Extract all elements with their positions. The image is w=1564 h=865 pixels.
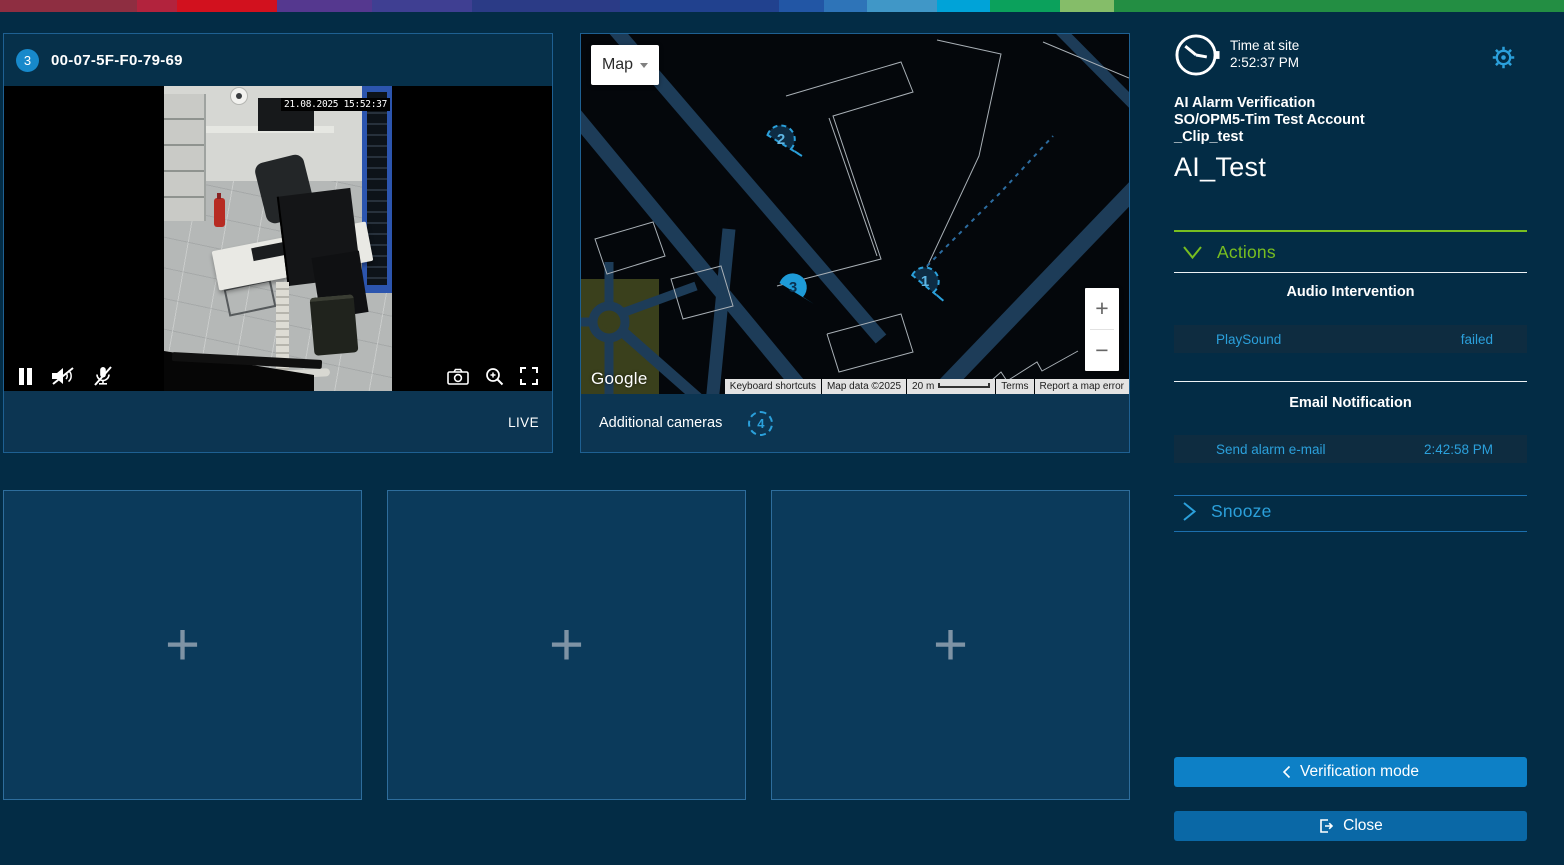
chevron-right-icon	[1182, 501, 1197, 522]
plus-icon: +	[933, 615, 968, 675]
snapshot-camera-icon[interactable]	[447, 368, 469, 385]
report-map-error-link[interactable]: Report a map error	[1035, 379, 1129, 394]
map-scale-label: 20 m	[912, 379, 934, 394]
camera-video-frame: 21.08.2025 15:52:37	[164, 86, 392, 391]
google-map[interactable]: 2 3 1 Map + − Google	[581, 34, 1129, 394]
add-camera-tile-2[interactable]: +	[387, 490, 746, 800]
map-zoom-out-button[interactable]: −	[1085, 330, 1119, 371]
exit-icon	[1318, 818, 1334, 834]
action-name: Send alarm e-mail	[1216, 442, 1326, 457]
map-marker-label: 3	[789, 279, 797, 296]
map-type-label: Map	[602, 56, 633, 74]
map-marker-label: 1	[921, 273, 929, 290]
google-logo: Google	[591, 369, 648, 389]
divider	[1174, 381, 1527, 382]
scale-bar	[938, 383, 990, 388]
chevron-left-icon	[1282, 765, 1291, 779]
chevron-down-icon	[1182, 245, 1203, 260]
snooze-section-header[interactable]: Snooze	[1182, 501, 1272, 522]
camera-panel: 3 00-07-5F-F0-79-69 21.08.2025 15:52:37	[3, 33, 553, 453]
divider	[1174, 272, 1527, 273]
map-canvas: 2 3 1	[581, 34, 1129, 394]
verification-mode-button[interactable]: Verification mode	[1174, 757, 1527, 787]
map-scale: 20 m	[907, 379, 995, 394]
action-name: PlaySound	[1216, 332, 1281, 347]
plus-icon: +	[549, 615, 584, 675]
alarm-type: AI Alarm Verification	[1174, 95, 1365, 112]
fullscreen-icon[interactable]	[520, 367, 538, 385]
keyboard-shortcuts-button[interactable]: Keyboard shortcuts	[725, 379, 821, 394]
map-zoom-control: + −	[1085, 288, 1119, 371]
time-at-site-row: Time at site 2:52:37 PM	[1174, 32, 1527, 78]
camera-title: 00-07-5F-F0-79-69	[51, 52, 183, 69]
additional-cameras-badge[interactable]: 4	[748, 411, 773, 436]
audio-action-row: PlaySound failed	[1174, 325, 1527, 353]
map-type-button[interactable]: Map	[591, 45, 659, 85]
map-data-label: Map data ©2025	[822, 379, 906, 394]
alarm-verification-window: 3 00-07-5F-F0-79-69 21.08.2025 15:52:37	[0, 0, 1564, 865]
verification-mode-label: Verification mode	[1300, 763, 1419, 781]
camera-header: 3 00-07-5F-F0-79-69	[4, 34, 552, 86]
alarm-sidebar: Time at site 2:52:37 PM AI Alarm Verific…	[1174, 32, 1527, 852]
email-notification-title: Email Notification	[1174, 395, 1527, 411]
snooze-header-label: Snooze	[1211, 501, 1272, 522]
close-label: Close	[1343, 817, 1383, 835]
brand-color-strip	[0, 0, 1564, 12]
action-result: failed	[1461, 332, 1493, 347]
add-camera-tile-3[interactable]: +	[771, 490, 1130, 800]
camera-video[interactable]: 21.08.2025 15:52:37	[4, 86, 552, 391]
action-result: 2:42:58 PM	[1424, 442, 1493, 457]
camera-controls-bar	[4, 361, 552, 391]
time-at-site-label: Time at site	[1230, 38, 1299, 53]
speaker-muted-icon[interactable]	[51, 367, 75, 385]
add-camera-tile-1[interactable]: +	[3, 490, 362, 800]
time-at-site-value: 2:52:37 PM	[1230, 55, 1299, 70]
microphone-muted-icon[interactable]	[93, 366, 113, 386]
live-status-label: LIVE	[508, 415, 539, 430]
divider	[1174, 495, 1527, 496]
map-panel: 2 3 1 Map + − Google	[580, 33, 1130, 453]
video-timestamp-overlay: 21.08.2025 15:52:37	[281, 98, 390, 111]
actions-section-header[interactable]: Actions	[1182, 242, 1276, 263]
map-footer: Additional cameras 4	[581, 394, 1129, 452]
gear-icon[interactable]	[1492, 46, 1515, 69]
camera-footer: LIVE	[4, 391, 552, 452]
divider	[1174, 531, 1527, 532]
actions-header-label: Actions	[1217, 242, 1276, 263]
zoom-in-icon[interactable]	[485, 367, 504, 386]
alarm-info-block: AI Alarm Verification SO/OPM5-Tim Test A…	[1174, 95, 1365, 183]
terms-link[interactable]: Terms	[996, 379, 1033, 394]
map-attribution-bar: Keyboard shortcuts Map data ©2025 20 m T…	[725, 379, 1129, 394]
alarm-account: SO/OPM5-Tim Test Account	[1174, 112, 1365, 129]
additional-cameras-label: Additional cameras	[599, 415, 722, 431]
alarm-clip: _Clip_test	[1174, 129, 1365, 146]
email-action-row: Send alarm e-mail 2:42:58 PM	[1174, 435, 1527, 463]
camera-number-badge: 3	[16, 49, 39, 72]
actions-top-rule	[1174, 230, 1527, 232]
plus-icon: +	[165, 615, 200, 675]
dropdown-arrow-icon	[640, 63, 648, 68]
map-marker-label: 2	[777, 131, 785, 148]
map-zoom-in-button[interactable]: +	[1085, 288, 1119, 329]
clock-icon	[1174, 32, 1221, 78]
pause-icon[interactable]	[18, 368, 33, 385]
alarm-name: AI_Test	[1174, 152, 1365, 183]
close-button[interactable]: Close	[1174, 811, 1527, 841]
audio-intervention-title: Audio Intervention	[1174, 284, 1527, 300]
